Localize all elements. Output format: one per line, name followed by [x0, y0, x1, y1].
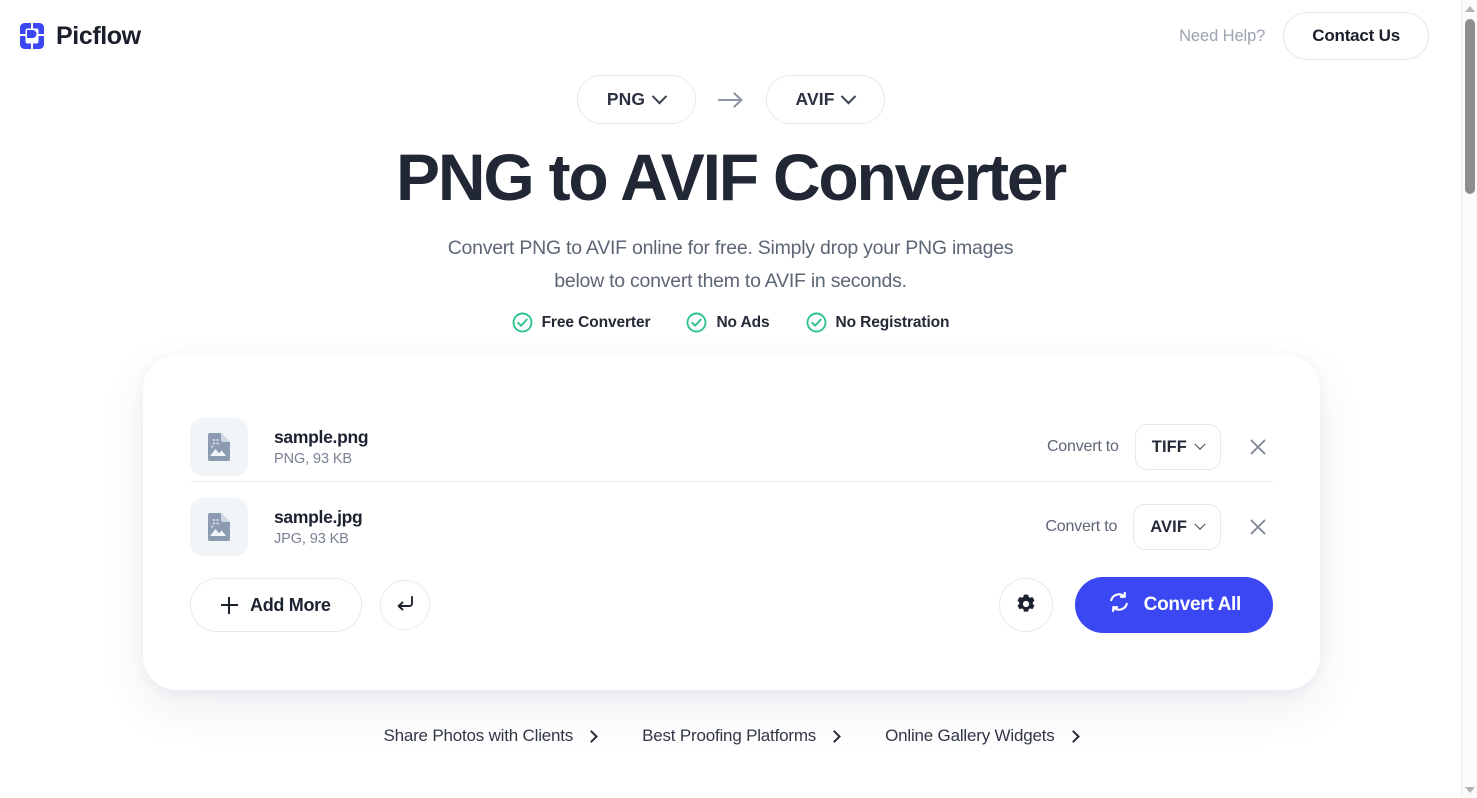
image-file-icon [190, 418, 248, 476]
format-selector-row: PNG AVIF [0, 75, 1461, 124]
primary-actions: Convert All [998, 577, 1273, 633]
file-info: sample.png PNG, 93 KB [274, 427, 369, 467]
feature-badge-label: No Ads [716, 313, 770, 331]
triangle-up-icon [1465, 5, 1475, 12]
feature-badge-label: Free Converter [541, 313, 651, 331]
file-row: sample.jpg JPG, 93 KB Convert to AVIF [190, 491, 1273, 563]
image-file-icon [190, 498, 248, 556]
picflow-logo-icon [18, 21, 46, 51]
header-actions: Need Help? Contact Us [1179, 12, 1429, 60]
chevron-down-icon [651, 88, 668, 105]
feature-badge-label: No Registration [835, 313, 950, 331]
file-info: sample.jpg JPG, 93 KB [274, 507, 363, 547]
settings-button[interactable] [998, 578, 1053, 632]
footer-link-label: Share Photos with Clients [383, 726, 574, 745]
footer-links: Share Photos with Clients Best Proofing … [0, 726, 1461, 746]
plus-icon [221, 596, 238, 614]
page-subtitle: Convert PNG to AVIF online for free. Sim… [447, 237, 1014, 292]
add-more-label: Add More [250, 594, 331, 615]
chevron-down-icon [1194, 438, 1206, 450]
return-arrow-icon [395, 594, 415, 617]
footer-link[interactable]: Share Photos with Clients [383, 726, 598, 746]
file-meta: PNG, 93 KB [274, 451, 352, 467]
file-row: sample.png PNG, 93 KB Convert to TIFF [190, 411, 1273, 483]
file-name: sample.png [274, 427, 369, 447]
convert-all-button[interactable]: Convert All [1074, 577, 1273, 633]
chevron-right-icon [1066, 729, 1080, 743]
convert-all-label: Convert All [1143, 594, 1242, 615]
file-name: sample.jpg [274, 507, 363, 527]
brand-name: Picflow [56, 21, 141, 50]
file-meta: JPG, 93 KB [274, 531, 349, 547]
remove-file-button[interactable] [1243, 432, 1273, 462]
check-circle-icon [686, 312, 707, 333]
footer-link[interactable]: Best Proofing Platforms [642, 726, 841, 746]
chevron-down-icon [841, 88, 857, 105]
vertical-scrollbar[interactable] [1461, 0, 1477, 798]
file-target-format-label: TIFF [1151, 437, 1187, 456]
convert-to-label: Convert to [1045, 518, 1118, 535]
check-circle-icon [512, 312, 533, 333]
footer-link-label: Best Proofing Platforms [642, 726, 817, 745]
chevron-right-icon [828, 729, 841, 743]
brand-logo[interactable]: Picflow [18, 21, 141, 51]
feature-badge: No Ads [686, 312, 770, 333]
refresh-icon [1107, 590, 1131, 620]
footer-link[interactable]: Online Gallery Widgets [885, 726, 1080, 746]
file-target-format-dropdown[interactable]: TIFF [1134, 424, 1221, 470]
chevron-down-icon [1194, 518, 1206, 530]
arrow-right-icon [717, 91, 744, 109]
file-target-format-label: AVIF [1150, 517, 1187, 536]
converter-card: sample.png PNG, 93 KB Convert to TIFF sa… [143, 355, 1320, 690]
convert-to-label: Convert to [1046, 438, 1119, 455]
reset-button[interactable] [379, 580, 430, 630]
remove-file-button[interactable] [1243, 512, 1273, 542]
file-target-format-dropdown[interactable]: AVIF [1133, 504, 1221, 550]
add-more-button[interactable]: Add More [190, 578, 362, 632]
need-help-text: Need Help? [1179, 26, 1266, 45]
feature-badge: Free Converter [512, 312, 651, 333]
source-format-dropdown[interactable]: PNG [576, 75, 696, 124]
feature-badge: No Registration [806, 312, 950, 333]
page-root: Picflow Need Help? Contact Us PNG AVIF P… [0, 0, 1461, 798]
site-header: Picflow Need Help? Contact Us [0, 0, 1461, 72]
page-title: PNG to AVIF Converter [396, 140, 1067, 214]
target-format-label: AVIF [795, 89, 835, 109]
contact-us-button[interactable]: Contact Us [1283, 12, 1429, 60]
scrollbar-thumb[interactable] [1465, 19, 1475, 194]
check-circle-icon [806, 312, 827, 333]
chevron-right-icon [585, 729, 598, 743]
triangle-down-icon [1465, 786, 1475, 793]
card-actions: Add More Convert All [190, 577, 1273, 633]
file-row-controls: Convert to AVIF [1045, 504, 1273, 550]
footer-link-label: Online Gallery Widgets [885, 726, 1055, 745]
scroll-up-button[interactable] [1462, 0, 1477, 17]
gear-icon [1015, 593, 1037, 618]
file-row-controls: Convert to TIFF [1047, 424, 1273, 470]
row-divider [190, 481, 1273, 483]
target-format-dropdown[interactable]: AVIF [765, 75, 885, 124]
scroll-down-button[interactable] [1462, 781, 1477, 798]
feature-badges: Free Converter No Ads No Registration [0, 312, 1461, 333]
source-format-label: PNG [606, 89, 646, 109]
